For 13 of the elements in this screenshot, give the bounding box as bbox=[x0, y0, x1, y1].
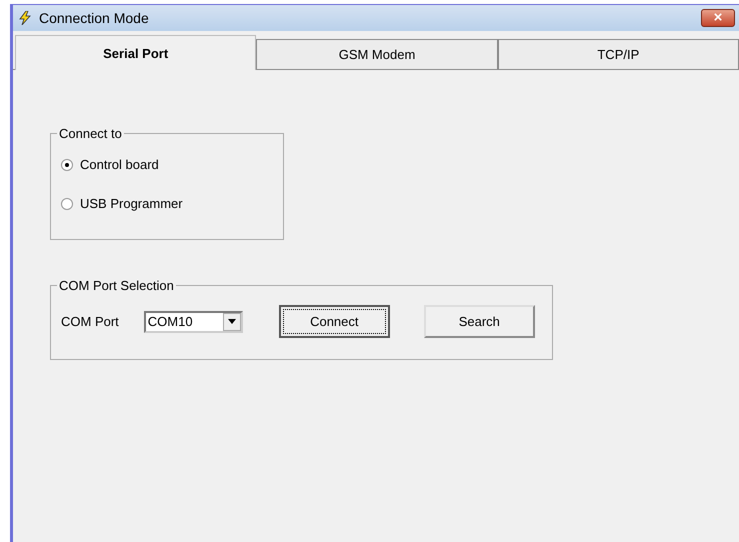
com-port-dropdown[interactable]: COM10 bbox=[144, 310, 243, 332]
action-button[interactable]: Search bbox=[424, 305, 535, 338]
tab[interactable]: Serial Port bbox=[15, 35, 256, 70]
field-label: COM Port bbox=[61, 314, 119, 329]
tab[interactable]: GSM Modem bbox=[256, 39, 498, 69]
radio-option[interactable]: Control board bbox=[61, 157, 159, 172]
window-title: Connection Mode bbox=[39, 10, 150, 26]
action-button[interactable]: Connect bbox=[278, 305, 390, 338]
radio-option[interactable]: USB Programmer bbox=[61, 196, 183, 211]
lightning-icon bbox=[19, 11, 31, 25]
tab[interactable]: TCP/IP bbox=[498, 39, 739, 69]
group-title: COM Port Selection bbox=[58, 278, 175, 293]
group-title: Connect to bbox=[58, 126, 123, 141]
